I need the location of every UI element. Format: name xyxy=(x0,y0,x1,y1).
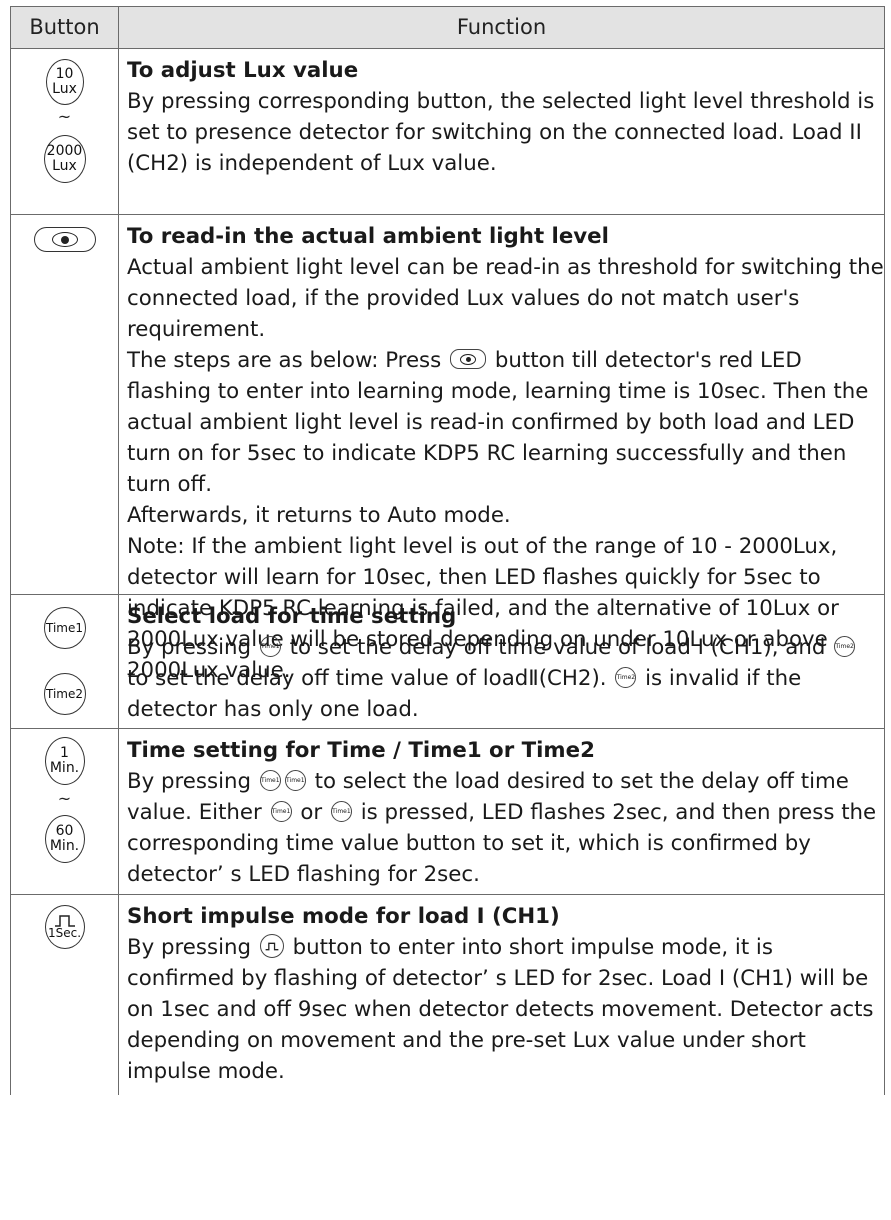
eye-icon xyxy=(51,232,78,247)
table-row: 10 Lux ~ 2000 Lux To adjust Lux value By p… xyxy=(11,49,884,215)
row-title: Short impulse mode for load I (CH1) xyxy=(127,904,560,929)
eye-icon xyxy=(450,349,487,369)
time2-icon: Time2 xyxy=(615,666,637,688)
time1-icon: Time1 xyxy=(270,800,292,822)
function-cell: Select load for time setting By pressing… xyxy=(119,595,884,728)
header-button: Button xyxy=(11,7,119,48)
pulse-icon xyxy=(259,934,284,958)
row-title: Time setting for Time / Time1 or Time2 xyxy=(127,738,595,763)
time2-button[interactable]: Time2 xyxy=(43,673,86,715)
function-cell: Short impulse mode for load I (CH1) By p… xyxy=(119,895,884,1095)
header-function: Function xyxy=(456,15,547,39)
row-text: By pressing corresponding button, the se… xyxy=(127,89,875,176)
range-tilde: ~ xyxy=(57,107,72,126)
time1-icon: Time1 xyxy=(330,800,352,822)
table-header: Button Function xyxy=(11,6,884,49)
short-impulse-button[interactable]: 1Sec. xyxy=(44,905,85,949)
time2-icon: Time2 xyxy=(834,635,856,657)
table-row: To read-in the actual ambient light leve… xyxy=(11,215,884,683)
time-1min-button[interactable]: 1 Min. xyxy=(44,737,85,785)
lux-2000-button[interactable]: 2000 Lux xyxy=(43,135,86,183)
time1-icon: Time1 xyxy=(259,635,281,657)
row-title: To read-in the actual ambient light leve… xyxy=(127,224,609,249)
time-60min-button[interactable]: 60 Min. xyxy=(44,815,85,863)
lux-10-button[interactable]: 10 Lux xyxy=(45,59,84,105)
function-table: Button Function 10 Lux ~ 2000 Lux To adjus… xyxy=(10,6,885,1095)
time1-icon: Time1 xyxy=(259,769,281,791)
function-cell: To read-in the actual ambient light leve… xyxy=(119,215,884,683)
row-title: Select load for time setting xyxy=(127,604,457,629)
time1-button[interactable]: Time1 xyxy=(43,607,86,649)
function-cell: To adjust Lux value By pressing correspo… xyxy=(119,49,884,214)
function-cell: Time setting for Time / Time1 or Time2 B… xyxy=(119,729,884,894)
time1-icon: Time1 xyxy=(284,769,306,791)
table-row: 1 Min. ~ 60 Min. Time setting for Time / T… xyxy=(11,729,884,895)
range-tilde: ~ xyxy=(57,789,72,808)
row-title: To adjust Lux value xyxy=(127,58,359,83)
table-row: Time1 Time2 Select load for time setting… xyxy=(11,595,884,729)
pulse-icon xyxy=(54,914,75,927)
table-row: 1Sec. Short impulse mode for load I (CH1… xyxy=(11,895,884,1095)
read-in-eye-button[interactable] xyxy=(33,227,96,252)
